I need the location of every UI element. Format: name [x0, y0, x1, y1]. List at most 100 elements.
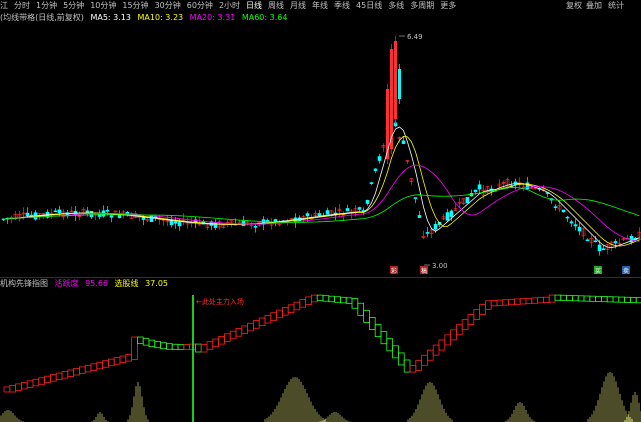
step-box	[612, 296, 620, 303]
candle	[69, 206, 74, 213]
candle	[109, 214, 114, 223]
candle	[137, 216, 142, 222]
step-box	[496, 299, 504, 306]
candle	[577, 222, 582, 236]
candle	[249, 222, 254, 230]
toolbar-item-14[interactable]: 45日线	[356, 0, 382, 12]
toolbar-item-16[interactable]: 多周期	[410, 0, 434, 12]
step-box	[32, 378, 40, 387]
step-box	[351, 297, 359, 309]
candlestick-chart[interactable]: 6.49 3.00	[0, 24, 641, 274]
candle	[621, 237, 626, 241]
step-box	[84, 364, 92, 373]
step-box	[548, 294, 556, 303]
line1-label: 活跃度	[54, 279, 79, 288]
step-box	[386, 338, 393, 352]
candle	[45, 209, 50, 219]
entry-annotation: ←此处主力入场	[196, 297, 244, 306]
toolbar-item-8[interactable]: 2小时	[219, 0, 240, 12]
step-box	[154, 341, 162, 349]
candle	[33, 209, 38, 221]
ma10-readout: MA10: 3.23	[137, 13, 184, 22]
candle	[565, 215, 570, 222]
signal-marker-1: 彩	[391, 267, 397, 275]
step-box	[119, 355, 127, 364]
step-box	[461, 319, 469, 331]
step-box	[38, 377, 45, 385]
step-box	[339, 296, 347, 304]
candle	[325, 207, 330, 215]
candles-group	[1, 36, 641, 256]
toolbar-item-5[interactable]: 15分钟	[122, 0, 148, 12]
candle	[441, 213, 446, 221]
candle	[369, 181, 374, 186]
step-box	[403, 359, 411, 373]
step-box	[432, 344, 440, 356]
step-box	[589, 295, 596, 302]
candle	[394, 36, 397, 124]
candle	[13, 211, 18, 221]
main-chart-legend: (均线带格(日线,前复权) MA5: 3.13 MA10: 3.23 MA20:…	[0, 12, 641, 24]
toolbar-item-2[interactable]: 1分钟	[36, 0, 57, 12]
ma-line-2	[3, 164, 640, 242]
step-box	[200, 343, 208, 353]
candle	[465, 197, 470, 204]
step-box	[450, 329, 457, 341]
step-box	[293, 301, 301, 311]
step-box	[113, 357, 121, 365]
step-box	[160, 342, 167, 350]
toolbar-item-4[interactable]: 10分钟	[90, 0, 116, 12]
indicator-legend: 机构先锋指图 活跃度 95.66 选股线 37.05	[0, 278, 641, 290]
candle	[561, 209, 566, 213]
step-box	[537, 297, 544, 304]
candle	[49, 208, 54, 219]
candle	[61, 209, 66, 220]
step-box	[577, 295, 585, 302]
toolbar-item-6[interactable]: 30分钟	[155, 0, 181, 12]
step-box	[316, 294, 324, 302]
step-box	[438, 339, 446, 351]
toolbar-item-13[interactable]: 季线	[334, 0, 350, 12]
step-box	[142, 338, 150, 346]
ma20-readout: MA20: 3.31	[189, 13, 236, 22]
step-box	[73, 368, 80, 376]
step-box	[287, 304, 295, 313]
line1-value: 95.66	[85, 279, 108, 288]
candle	[9, 215, 14, 224]
restore-button[interactable]: 复权	[566, 0, 582, 12]
candle	[381, 143, 386, 152]
toolbar-item-9[interactable]: 日线	[246, 0, 262, 12]
candle	[57, 205, 62, 217]
step-box	[543, 296, 550, 303]
step-box	[212, 338, 220, 348]
step-box	[264, 314, 272, 324]
step-box	[421, 354, 428, 366]
step-box	[525, 297, 533, 305]
overlay-button[interactable]: 叠加	[586, 0, 602, 12]
toolbar-item-1[interactable]: 分时	[14, 0, 30, 12]
step-box	[136, 336, 144, 345]
candle	[425, 226, 430, 238]
step-box	[148, 339, 156, 347]
candle	[373, 168, 378, 174]
toolbar-item-10[interactable]: 周线	[268, 0, 284, 12]
toolbar-item-0[interactable]: 江	[0, 0, 8, 12]
stat-button[interactable]: 统计	[608, 0, 624, 12]
toolbar-item-15[interactable]: 多线	[388, 0, 404, 12]
step-box	[55, 372, 63, 381]
toolbar-item-11[interactable]: 月线	[290, 0, 306, 12]
toolbar-item-3[interactable]: 5分钟	[63, 0, 84, 12]
toolbar-item-7[interactable]: 60分钟	[187, 0, 213, 12]
step-box	[61, 371, 69, 379]
step-box	[444, 334, 451, 346]
toolbar-item-17[interactable]: 更多	[440, 0, 456, 12]
chart-title: (均线带格(日线,前复权)	[0, 13, 84, 22]
candle	[25, 207, 30, 217]
toolbar-item-12[interactable]: 年线	[312, 0, 328, 12]
step-box	[635, 297, 641, 304]
candle	[445, 208, 450, 222]
step-box	[235, 328, 243, 337]
step-box	[566, 295, 573, 302]
step-box	[554, 294, 562, 301]
indicator-chart[interactable]: ←此处主力入场	[0, 290, 641, 422]
